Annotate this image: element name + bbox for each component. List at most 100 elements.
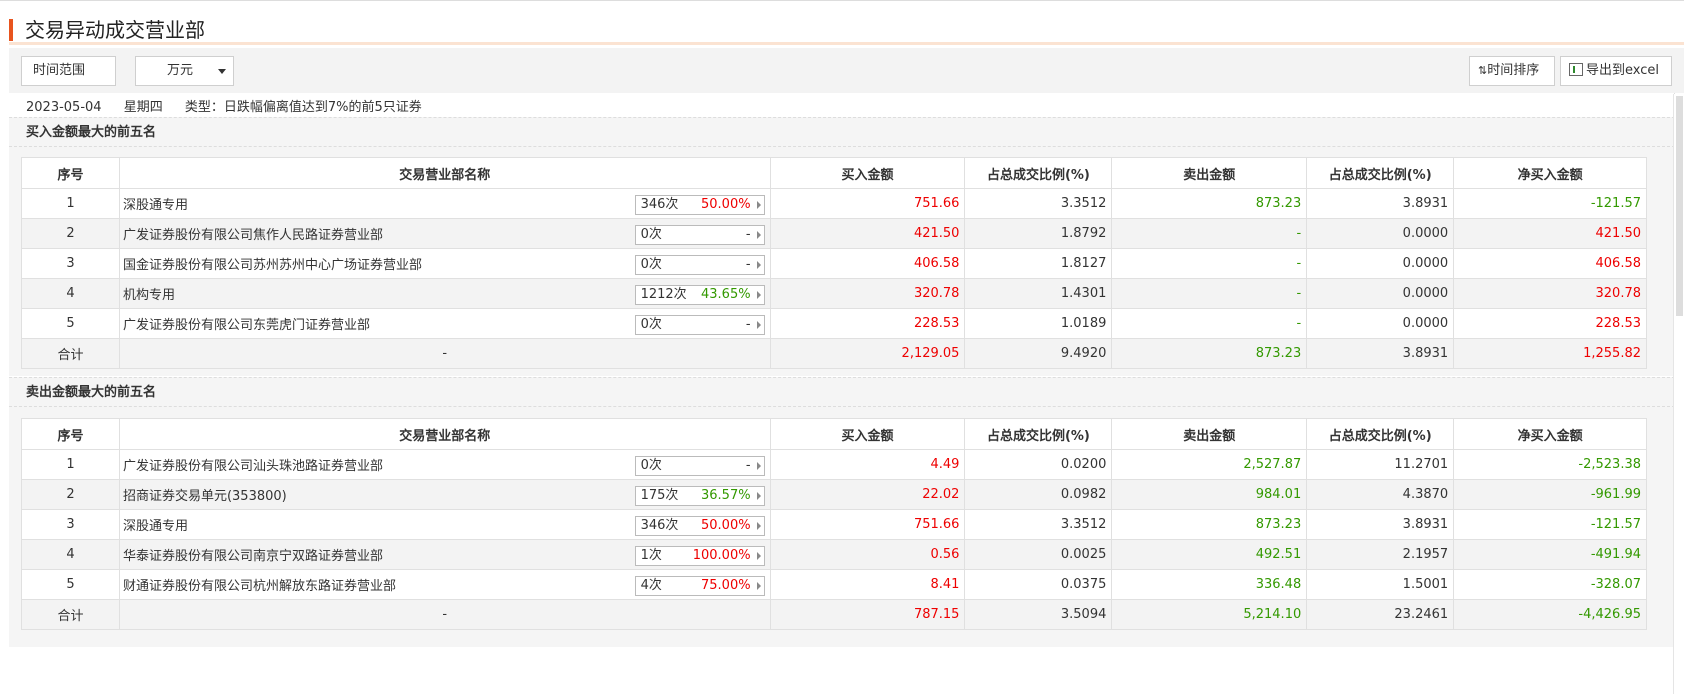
row-index: 3 bbox=[21, 248, 120, 279]
table-row[interactable]: 4 华泰证券股份有限公司南京宁双路证券营业部 1次 100.00% 0.56 0.0025… bbox=[21, 539, 1647, 570]
table-row[interactable]: 2 招商证券交易单元(353800) 175次 36.57% 22.02 0.0982 98… bbox=[21, 479, 1647, 510]
broker-name-cell: 招商证券交易单元(353800) 175次 36.57% bbox=[118, 479, 771, 510]
buy-ratio: 0.0200 bbox=[964, 449, 1113, 480]
buy-amount: 751.66 bbox=[769, 188, 966, 219]
appearance-count-badge[interactable]: 0次 - bbox=[634, 255, 765, 275]
page-title: 交易异动成交营业部 bbox=[25, 18, 205, 42]
buy-amount: 22.02 bbox=[769, 479, 966, 510]
buy-ratio: 3.3512 bbox=[964, 188, 1113, 219]
appearance-rate: - bbox=[745, 317, 751, 332]
sell-ratio: 0.0000 bbox=[1306, 278, 1455, 309]
sell-amount: - bbox=[1111, 218, 1308, 249]
appearance-count-badge[interactable]: 1次 100.00% bbox=[634, 546, 765, 566]
table-row[interactable]: 2 广发证券股份有限公司焦作人民路证券营业部 0次 -421.50 1.8792-0.0… bbox=[21, 218, 1647, 249]
table-row[interactable]: 4 机构专用 1212次 43.65% 320.78 1.4301-0.0000 320.7… bbox=[21, 278, 1647, 309]
sort-icon: ⇅ bbox=[1478, 64, 1488, 77]
broker-name-cell: 广发证券股份有限公司焦作人民路证券营业部 0次 - bbox=[118, 218, 771, 249]
table-row[interactable]: 5 财通证券股份有限公司杭州解放东路证券营业部 4次 75.00% 8.41 0.0375… bbox=[21, 569, 1647, 600]
table-row[interactable]: 3 深股通专用 346次 50.00% 751.66 3.3512 873.23 3.8931… bbox=[21, 509, 1647, 540]
accent-bar bbox=[9, 19, 13, 41]
sell-ratio: 1.5001 bbox=[1306, 569, 1455, 600]
appearance-count-badge[interactable]: 175次 36.57% bbox=[634, 486, 765, 506]
scrollbar-thumb[interactable] bbox=[1676, 96, 1683, 316]
table-row[interactable]: 1 广发证券股份有限公司汕头珠池路证券营业部 0次 - 4.49 0.0200 2,527.… bbox=[21, 449, 1647, 480]
unit-select-value: 万元 bbox=[167, 63, 194, 78]
appearance-count: 0次 bbox=[640, 227, 662, 242]
broker-name-cell: 广发证券股份有限公司汕头珠池路证券营业部 0次 - bbox=[118, 449, 771, 480]
table-row[interactable]: 1 深股通专用 346次 50.00% 751.66 3.3512 873.23 3.8931… bbox=[21, 188, 1647, 219]
buy-section-title: 买入金额最大的前五名 bbox=[9, 117, 1675, 147]
sell-amount: 873.23 bbox=[1111, 188, 1308, 219]
column-header: 交易营业部名称 bbox=[118, 157, 771, 189]
appearance-count-badge[interactable]: 1212次 43.65% bbox=[634, 285, 765, 305]
row-index: 5 bbox=[21, 308, 120, 339]
buy-amount: 406.58 bbox=[769, 248, 966, 279]
caret-right-icon bbox=[756, 522, 761, 530]
table-header-row: 序号 交易营业部名称 买入金额 占总成交比例(%) 卖出金额 占总成交比例(%) 净买入金额 bbox=[21, 418, 1647, 450]
total-sell-amount: 5,214.10 bbox=[1111, 599, 1308, 630]
buy-amount: 8.41 bbox=[769, 569, 966, 600]
total-buy-amount: 2,129.05 bbox=[769, 338, 966, 369]
time-range-button[interactable]: 时间范围 bbox=[21, 56, 116, 86]
row-index: 5 bbox=[21, 569, 120, 600]
buy-ratio: 0.0375 bbox=[964, 569, 1113, 600]
caret-right-icon bbox=[756, 291, 761, 299]
broker-name[interactable]: 广发证券股份有限公司汕头珠池路证券营业部 bbox=[123, 459, 383, 474]
appearance-rate: - bbox=[745, 458, 751, 473]
time-sort-button[interactable]: ⇅时间排序 bbox=[1469, 56, 1555, 86]
sell-amount: - bbox=[1111, 308, 1308, 339]
table-row[interactable]: 3 国金证券股份有限公司苏州苏州中心广场证券营业部 0次 -406.58 1.8127-… bbox=[21, 248, 1647, 279]
caret-right-icon bbox=[756, 582, 761, 590]
appearance-count-badge[interactable]: 346次 50.00% bbox=[634, 195, 765, 215]
column-header: 买入金额 bbox=[769, 157, 966, 189]
buy-amount: 320.78 bbox=[769, 278, 966, 309]
column-header: 序号 bbox=[21, 157, 120, 189]
row-index: 2 bbox=[21, 218, 120, 249]
sell-ratio: 0.0000 bbox=[1306, 248, 1455, 279]
broker-name[interactable]: 华泰证券股份有限公司南京宁双路证券营业部 bbox=[123, 549, 383, 564]
scrollbar[interactable] bbox=[1673, 94, 1684, 694]
appearance-count-badge[interactable]: 346次 50.00% bbox=[634, 516, 765, 536]
unit-select[interactable]: 万元 bbox=[135, 56, 234, 86]
broker-name[interactable]: 机构专用 bbox=[123, 288, 175, 303]
row-index: 4 bbox=[21, 539, 120, 570]
total-buy-ratio: 3.5094 bbox=[964, 599, 1113, 630]
trade-weekday: 星期四 bbox=[123, 100, 163, 115]
appearance-count-badge[interactable]: 4次 75.00% bbox=[634, 576, 765, 596]
sell-amount: 336.48 bbox=[1111, 569, 1308, 600]
net-amount: -491.94 bbox=[1453, 539, 1647, 570]
column-header: 交易营业部名称 bbox=[118, 418, 771, 450]
broker-name[interactable]: 财通证券股份有限公司杭州解放东路证券营业部 bbox=[123, 579, 396, 594]
broker-name[interactable]: 深股通专用 bbox=[123, 198, 188, 213]
appearance-count: 346次 bbox=[640, 518, 679, 533]
broker-name[interactable]: 深股通专用 bbox=[123, 519, 188, 534]
appearance-count-badge[interactable]: 0次 - bbox=[634, 225, 765, 245]
appearance-rate: 43.65% bbox=[701, 287, 751, 302]
buy-section: 序号 交易营业部名称 买入金额 占总成交比例(%) 卖出金额 占总成交比例(%) 净买入金额… bbox=[9, 147, 1675, 376]
appearance-count-badge[interactable]: 0次 - bbox=[634, 315, 765, 335]
broker-name[interactable]: 广发证券股份有限公司焦作人民路证券营业部 bbox=[123, 228, 383, 243]
total-net-amount: 1,255.82 bbox=[1453, 338, 1647, 369]
broker-name[interactable]: 招商证券交易单元(353800) bbox=[123, 489, 287, 504]
appearance-count: 0次 bbox=[640, 458, 662, 473]
broker-name[interactable]: 国金证券股份有限公司苏州苏州中心广场证券营业部 bbox=[123, 258, 422, 273]
buy-ratio: 0.0982 bbox=[964, 479, 1113, 510]
export-excel-button[interactable]: 导出到excel bbox=[1560, 56, 1672, 86]
net-amount: -121.57 bbox=[1453, 188, 1647, 219]
total-net-amount: -4,426.95 bbox=[1453, 599, 1647, 630]
caret-right-icon bbox=[756, 462, 761, 470]
row-index: 4 bbox=[21, 278, 120, 309]
net-amount: -961.99 bbox=[1453, 479, 1647, 510]
broker-name-cell: 深股通专用 346次 50.00% bbox=[118, 509, 771, 540]
appearance-count-badge[interactable]: 0次 - bbox=[634, 456, 765, 476]
broker-name[interactable]: 广发证券股份有限公司东莞虎门证券营业部 bbox=[123, 318, 370, 333]
net-amount: 228.53 bbox=[1453, 308, 1647, 339]
window: 交易异动成交营业部 时间范围 万元 ⇅时间排序 导出到excel 2023-05… bbox=[0, 0, 1684, 694]
net-amount: 406.58 bbox=[1453, 248, 1647, 279]
table-row[interactable]: 5 广发证券股份有限公司东莞虎门证券营业部 0次 -228.53 1.0189-0.00… bbox=[21, 308, 1647, 339]
appearance-rate: 100.00% bbox=[692, 548, 751, 563]
buy-table: 序号 交易营业部名称 买入金额 占总成交比例(%) 卖出金额 占总成交比例(%) 净买入金额… bbox=[21, 157, 1647, 369]
time-sort-label: 时间排序 bbox=[1487, 63, 1540, 78]
buy-ratio: 1.8792 bbox=[964, 218, 1113, 249]
appearance-rate: 50.00% bbox=[701, 197, 751, 212]
